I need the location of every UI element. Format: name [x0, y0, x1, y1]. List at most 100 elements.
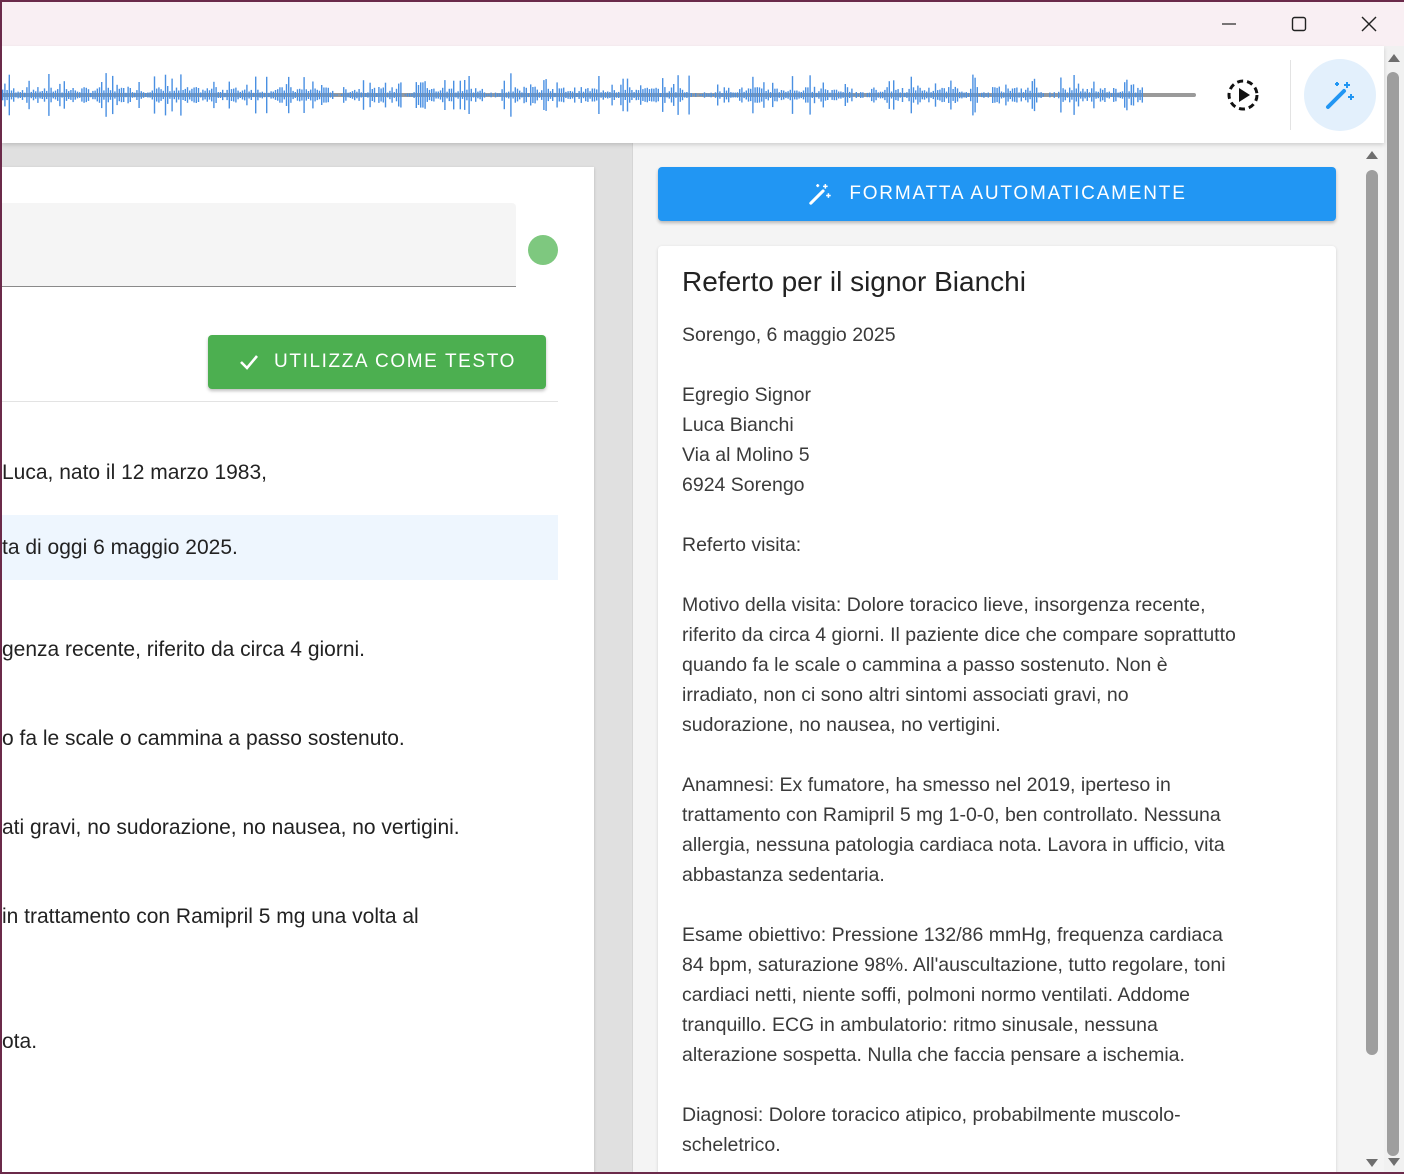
waveform-bar [178, 90, 180, 100]
waveform-bar [778, 92, 780, 98]
waveform-bar [250, 89, 252, 100]
waveform-bar [745, 90, 747, 100]
waveform-bar [393, 92, 395, 98]
close-button[interactable] [1334, 2, 1404, 46]
waveform-bar [747, 88, 750, 102]
waveform-bar [1058, 91, 1060, 99]
waveform-bar [897, 89, 899, 101]
window-scrollbar-thumb[interactable] [1387, 72, 1399, 1156]
waveform-bar [662, 78, 664, 112]
waveform-bar [1086, 89, 1088, 101]
waveform-bar [415, 82, 417, 108]
waveform-bar [1038, 92, 1040, 98]
scroll-down-icon[interactable] [1388, 1158, 1400, 1166]
waveform-bar [310, 89, 312, 101]
scroll-down-icon[interactable] [1366, 1159, 1378, 1167]
report-line: Egregio Signor [682, 384, 811, 406]
report-line: alterazione sospetta. Nulla che faccia p… [682, 1044, 1185, 1066]
waveform-bar [976, 87, 978, 103]
transcript-input[interactable] [2, 203, 516, 287]
waveform-bar [8, 74, 10, 116]
transcript-line: ota. [2, 1030, 38, 1053]
waveform-bar [202, 89, 204, 101]
transcript-line-highlighted: ta di oggi 6 maggio 2025. [2, 515, 558, 580]
waveform-bar [1091, 88, 1093, 102]
scroll-up-icon[interactable] [1366, 151, 1378, 159]
report-line: Luca Bianchi [682, 414, 794, 436]
waveform-bar [457, 91, 459, 99]
waveform-bar [556, 82, 558, 108]
waveform-bar [481, 88, 483, 102]
waveform-bar [391, 87, 393, 103]
waveform-bar [87, 89, 90, 101]
report-line: scheletrico. [682, 1134, 781, 1156]
waveform-bar [580, 87, 582, 103]
waveform-bar [28, 80, 30, 110]
maximize-button[interactable] [1264, 2, 1334, 46]
waveform-bar [525, 87, 527, 103]
waveform-bar [1055, 94, 1058, 96]
window-scrollbar[interactable] [1384, 46, 1404, 1172]
waveform-bar [41, 91, 43, 99]
waveform-bar [497, 93, 499, 97]
report-card[interactable]: Referto per il signor Bianchi Sorengo, 6… [658, 246, 1336, 1172]
waveform-bar [1124, 82, 1126, 108]
waveform-bar [439, 90, 442, 100]
waveform-bar [1130, 84, 1132, 106]
magic-wand-button[interactable] [1304, 59, 1376, 131]
minimize-button[interactable] [1194, 2, 1264, 46]
waveform-bar [446, 91, 448, 99]
check-icon [240, 355, 259, 370]
waveform-bar [974, 77, 976, 113]
waveform-bar [884, 89, 886, 101]
waveform-bar [835, 89, 838, 101]
waveform-bar [706, 93, 708, 97]
report-line: cardiaci netti, niente soffi, polmoni no… [682, 984, 1190, 1006]
waveform-bar [204, 90, 206, 100]
waveform-bar [950, 80, 952, 110]
waveform-bar [118, 88, 120, 102]
use-as-text-button[interactable]: UTILIZZA COME TESTO [208, 335, 546, 389]
report-line: Via al Molino 5 [682, 444, 810, 466]
waveform-bar [354, 89, 356, 101]
waveform-bar [620, 84, 622, 106]
waveform-bar [15, 92, 17, 98]
waveform-bar [721, 93, 723, 97]
report-blank-line [682, 560, 1312, 590]
waveform-bar [1102, 89, 1104, 101]
report-scrollbar[interactable] [1363, 143, 1385, 1172]
waveform-bar [670, 87, 673, 103]
waveform-bar [673, 84, 675, 106]
waveform-bar [1069, 87, 1071, 103]
scroll-up-icon[interactable] [1388, 54, 1400, 62]
waveform-bar [244, 89, 246, 101]
waveform-bar [334, 94, 336, 96]
audio-waveform[interactable] [2, 70, 1198, 120]
report-blank-line [682, 890, 1312, 920]
waveform-bar [466, 89, 468, 101]
report-scrollbar-thumb[interactable] [1366, 170, 1378, 1055]
waveform-bar [576, 93, 578, 97]
report-line: Esame obiettivo: Pressione 132/86 mmHg, … [682, 924, 1223, 946]
waveform-bar [609, 92, 611, 98]
waveform-bar [296, 89, 299, 101]
waveform-bar [230, 89, 233, 101]
transcript-divider [2, 401, 558, 402]
waveform-bar [547, 88, 549, 102]
report-line: trattamento con Ramipril 5 mg 1-0-0, ben… [682, 804, 1221, 826]
waveform-bar [158, 87, 160, 103]
waveform-bar [266, 76, 268, 114]
auto-format-button[interactable]: FORMATTA AUTOMATICAMENTE [658, 167, 1336, 221]
waveform-bar [505, 92, 508, 98]
waveform-bar [582, 91, 585, 99]
waveform-bar [138, 82, 140, 108]
waveform-bar [607, 91, 609, 99]
waveform-bar [259, 92, 261, 98]
waveform-bar [523, 86, 525, 104]
waveform-bar [109, 90, 112, 100]
waveform-bar [424, 81, 426, 109]
waveform-bar [1095, 91, 1097, 99]
waveform-bar [644, 88, 646, 102]
waveform-bar [1082, 88, 1084, 102]
play-button[interactable] [1220, 72, 1266, 118]
